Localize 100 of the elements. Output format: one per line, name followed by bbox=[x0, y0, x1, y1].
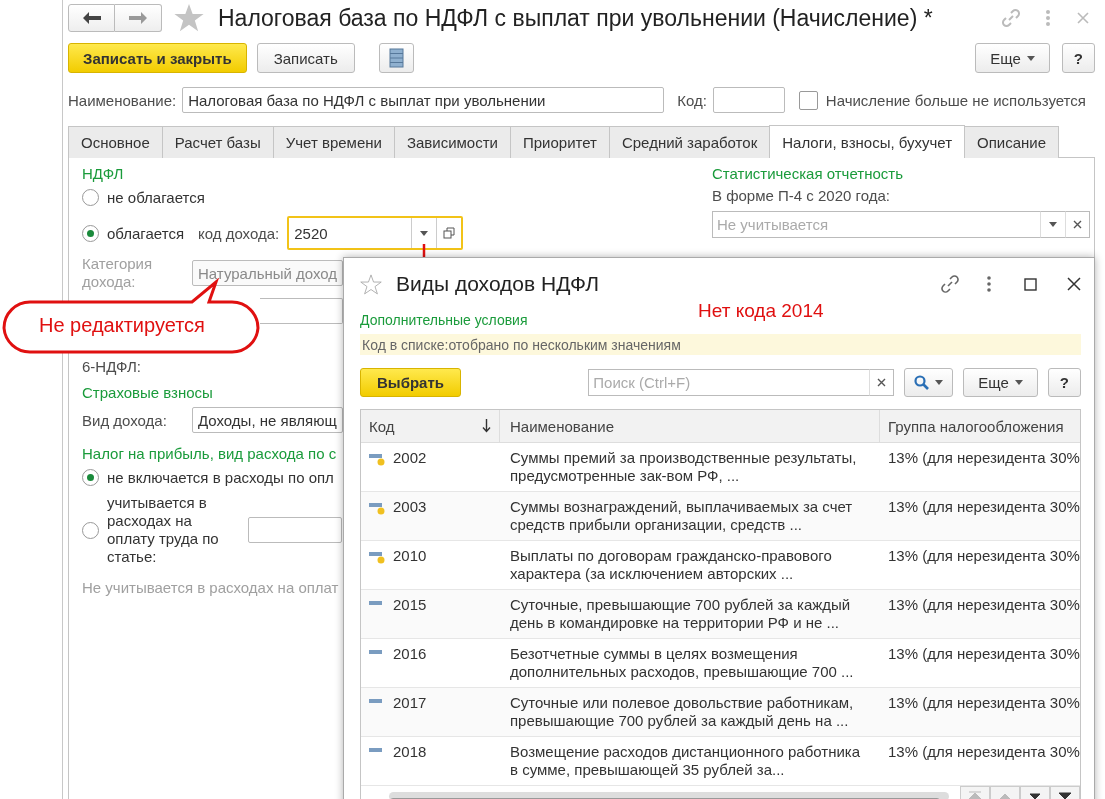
clear-icon bbox=[1073, 220, 1082, 229]
clear-button[interactable] bbox=[1065, 211, 1090, 238]
item-icon bbox=[369, 748, 382, 752]
open-icon bbox=[443, 227, 456, 239]
dropdown-icon bbox=[1049, 222, 1057, 227]
column-header[interactable]: Наименование bbox=[500, 410, 880, 443]
link-icon[interactable] bbox=[940, 274, 960, 294]
callout-text: Не редактируется bbox=[39, 314, 205, 337]
more-button[interactable]: Еще bbox=[963, 368, 1038, 397]
radio-button[interactable] bbox=[82, 224, 99, 242]
income-code-label: код дохода: bbox=[198, 224, 280, 242]
tab[interactable]: Зависимости bbox=[393, 126, 511, 158]
back-button[interactable] bbox=[68, 4, 115, 32]
radio-button[interactable] bbox=[82, 188, 99, 206]
section-title: Страховые взносы bbox=[82, 383, 213, 403]
search-field[interactable]: Поиск (Ctrl+F) bbox=[588, 369, 870, 396]
select-button[interactable]: Выбрать bbox=[360, 368, 461, 397]
section-title: Статистическая отчетность bbox=[712, 164, 903, 184]
category-field: Натуральный доход bbox=[192, 260, 343, 286]
table-cell: 13% (для нерезидента 30% bbox=[880, 492, 1080, 541]
income-type-label: Вид дохода: bbox=[82, 411, 168, 429]
article-field[interactable] bbox=[248, 517, 342, 543]
section-title: Налог на прибыль, вид расхода по с bbox=[82, 444, 337, 464]
save-button[interactable]: Записать bbox=[256, 43, 355, 73]
table-cell: Суммы вознаграждений, выплачиваемых за счет средств прибыли организации, средств ... bbox=[500, 492, 880, 541]
help-button[interactable]: ? bbox=[1047, 368, 1081, 397]
caret-icon bbox=[935, 380, 944, 385]
right-arrow-icon bbox=[129, 12, 147, 24]
checkbox[interactable] bbox=[798, 90, 818, 110]
radio-button[interactable] bbox=[82, 521, 99, 539]
to-bottom-icon bbox=[1057, 791, 1073, 799]
search-icon bbox=[914, 375, 930, 390]
sort-arrow-icon bbox=[482, 419, 491, 433]
name-field[interactable]: Налоговая база по НДФЛ с выплат при увольнении bbox=[182, 87, 665, 113]
report-label: 6-НДФЛ: bbox=[82, 358, 141, 375]
income-type-field[interactable]: Доходы, не являющ bbox=[192, 407, 343, 433]
caret-icon bbox=[1014, 380, 1023, 385]
dropdown-button[interactable] bbox=[1040, 211, 1065, 238]
tab[interactable]: Средний заработок bbox=[608, 126, 771, 158]
name-label: Наименование: bbox=[68, 91, 177, 109]
input-field[interactable] bbox=[260, 298, 343, 324]
window-title: Налоговая база по НДФЛ с выплат при увольнении (Начисление) * bbox=[218, 4, 933, 32]
radio-label: не облагается bbox=[107, 188, 205, 206]
item-icon bbox=[369, 503, 385, 515]
up-icon bbox=[997, 791, 1013, 799]
star-icon[interactable] bbox=[360, 273, 382, 295]
maximize-icon[interactable] bbox=[1024, 277, 1037, 291]
table-cell: 2017 bbox=[361, 688, 500, 737]
filter-bar: Код в списке:отобрано по нескольким значениям bbox=[360, 334, 1081, 355]
table-cell: 2003 bbox=[361, 492, 500, 541]
table-cell: 13% (для нерезидента 30% bbox=[880, 688, 1080, 737]
radio-button[interactable] bbox=[82, 468, 99, 486]
item-icon bbox=[369, 601, 382, 605]
table-cell: 13% (для нерезидента 30% bbox=[880, 590, 1080, 639]
tab[interactable]: Описание bbox=[964, 126, 1060, 158]
dropdown-icon bbox=[420, 230, 429, 236]
star-icon[interactable] bbox=[174, 4, 204, 32]
column-header[interactable]: Код bbox=[361, 410, 500, 443]
section-title: Дополнительные условия bbox=[360, 311, 528, 330]
radio-label: учитывается в расходах на оплату труда по статье: bbox=[107, 494, 220, 566]
column-header[interactable]: Группа налогообложения bbox=[880, 410, 1080, 443]
clear-button[interactable] bbox=[869, 369, 895, 396]
form-field[interactable]: Не учитывается bbox=[712, 211, 1040, 238]
checkbox-label: Начисление больше не используется bbox=[825, 91, 1086, 109]
tab[interactable]: Основное bbox=[68, 126, 163, 158]
search-button[interactable] bbox=[904, 368, 954, 397]
item-icon bbox=[369, 454, 385, 466]
close-icon[interactable] bbox=[1067, 277, 1081, 291]
form-label: В форме П-4 с 2020 года: bbox=[712, 186, 890, 206]
item-icon bbox=[369, 699, 382, 703]
help-button[interactable]: ? bbox=[1061, 43, 1095, 73]
scrollbar[interactable] bbox=[389, 792, 949, 799]
item-icon bbox=[369, 552, 385, 564]
item-icon bbox=[369, 650, 382, 654]
to-top-icon bbox=[967, 791, 983, 799]
list-button[interactable] bbox=[378, 43, 414, 73]
more-icon[interactable] bbox=[986, 276, 992, 292]
dialog-title: Виды доходов НДФЛ bbox=[396, 272, 599, 296]
table-cell: Суточные, превышающие 700 рублей за каждый день в командировке на территории РФ и не ... bbox=[500, 590, 880, 639]
caret-icon bbox=[1026, 55, 1035, 61]
table-cell: 2015 bbox=[361, 590, 500, 639]
section-title: НДФЛ bbox=[82, 164, 124, 184]
code-field[interactable] bbox=[712, 87, 785, 113]
tab[interactable]: Учет времени bbox=[272, 126, 395, 158]
annotation-text: Нет кода 2014 bbox=[698, 300, 824, 322]
tab[interactable]: Расчет базы bbox=[161, 126, 274, 158]
tab[interactable]: Приоритет bbox=[509, 126, 610, 158]
radio-label: облагается bbox=[107, 224, 184, 242]
list-icon bbox=[388, 48, 404, 68]
code-label: Код: bbox=[677, 91, 707, 109]
save-and-close-button[interactable]: Записать и закрыть bbox=[68, 43, 247, 73]
down-icon bbox=[1027, 791, 1043, 799]
clear-icon bbox=[877, 378, 887, 387]
table-cell: Суточные или полевое довольствие работникам, превышающие 700 рублей за каждый день на ... bbox=[500, 688, 880, 737]
income-code-field[interactable]: 2520 bbox=[287, 216, 464, 250]
tab[interactable]: Налоги, взносы, бухучет bbox=[769, 125, 966, 158]
note-text: Не учитывается в расходах на оплат bbox=[82, 579, 339, 596]
radio-label: не включается в расходы по опл bbox=[107, 468, 334, 486]
left-arrow-icon bbox=[82, 12, 101, 24]
more-button[interactable]: Еще bbox=[975, 43, 1050, 73]
